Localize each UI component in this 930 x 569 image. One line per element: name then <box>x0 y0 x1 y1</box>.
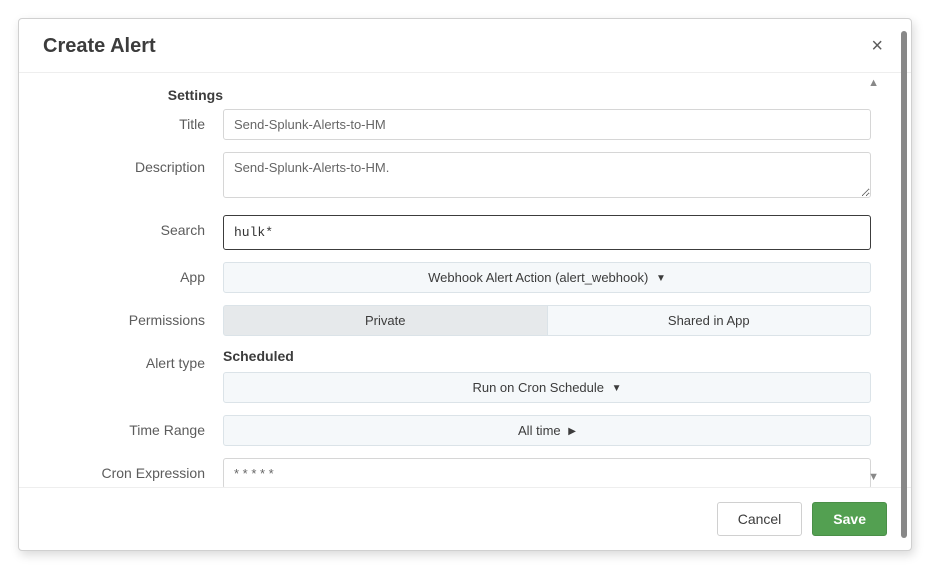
label-title: Title <box>43 109 223 132</box>
schedule-dropdown[interactable]: Run on Cron Schedule ▼ <box>223 372 871 403</box>
title-input[interactable] <box>223 109 871 140</box>
label-description: Description <box>43 152 223 175</box>
permissions-shared[interactable]: Shared in App <box>548 305 872 336</box>
label-permissions: Permissions <box>43 305 223 328</box>
time-range-dropdown[interactable]: All time ▶ <box>223 415 871 446</box>
label-search: Search <box>43 215 223 238</box>
row-app: App Webhook Alert Action (alert_webhook)… <box>43 262 871 293</box>
modal-body-wrap: ▲ Settings Title Description Send-Splunk… <box>19 73 911 487</box>
row-time-range: Time Range All time ▶ <box>43 415 871 446</box>
permissions-toggle: Private Shared in App <box>223 305 871 336</box>
label-app: App <box>43 262 223 285</box>
save-button[interactable]: Save <box>812 502 887 536</box>
row-title: Title <box>43 109 871 140</box>
time-range-value: All time <box>518 423 561 438</box>
app-dropdown[interactable]: Webhook Alert Action (alert_webhook) ▼ <box>223 262 871 293</box>
caret-right-icon: ▶ <box>568 426 576 437</box>
row-cron: Cron Expression e.g. 00 18 *** (every da… <box>43 458 871 487</box>
caret-down-icon: ▼ <box>612 383 622 394</box>
settings-heading: Settings <box>43 83 223 109</box>
app-dropdown-value: Webhook Alert Action (alert_webhook) <box>428 270 648 285</box>
label-time-range: Time Range <box>43 415 223 438</box>
row-alert-type: Alert type Scheduled Run on Cron Schedul… <box>43 348 871 403</box>
row-permissions: Permissions Private Shared in App <box>43 305 871 336</box>
modal-footer: Cancel Save <box>19 487 911 550</box>
schedule-value: Run on Cron Schedule <box>472 380 604 395</box>
close-icon[interactable]: × <box>867 35 887 58</box>
modal-header: Create Alert × <box>19 19 911 73</box>
permissions-private[interactable]: Private <box>223 305 548 336</box>
modal-title: Create Alert <box>43 35 156 58</box>
create-alert-modal: Create Alert × ▲ Settings Title Descript… <box>18 18 912 551</box>
description-input[interactable]: Send-Splunk-Alerts-to-HM. <box>223 152 871 198</box>
label-alert-type: Alert type <box>43 348 223 371</box>
modal-body[interactable]: Settings Title Description Send-Splunk-A… <box>19 73 911 487</box>
outer-scrollbar[interactable] <box>901 31 907 538</box>
row-search: Search <box>43 215 871 250</box>
label-cron: Cron Expression <box>43 458 223 481</box>
row-description: Description Send-Splunk-Alerts-to-HM. <box>43 152 871 203</box>
caret-down-icon: ▼ <box>656 273 666 284</box>
alert-type-value: Scheduled <box>223 348 871 372</box>
cancel-button[interactable]: Cancel <box>717 502 803 536</box>
cron-input[interactable] <box>223 458 871 487</box>
search-input[interactable] <box>223 215 871 250</box>
